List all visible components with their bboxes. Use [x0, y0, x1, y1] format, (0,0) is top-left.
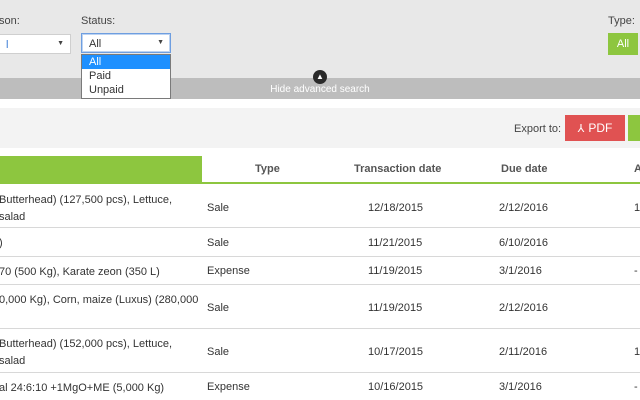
row-type: Sale [207, 302, 230, 314]
column-header-due-date[interactable]: Due date [501, 163, 547, 175]
row-amount: 1 [634, 346, 640, 358]
row-due-date: 3/1/2016 [499, 265, 542, 277]
row-amount: - [634, 381, 638, 393]
status-option-all[interactable]: All [82, 55, 170, 69]
season-label: son: [0, 15, 20, 27]
row-due-date: 2/11/2016 [499, 346, 548, 358]
row-amount: - [634, 265, 638, 277]
chevron-down-icon: ▼ [157, 39, 164, 46]
status-label: Status: [81, 15, 116, 27]
type-label: Type: [608, 15, 635, 27]
type-all-button[interactable]: All [608, 33, 638, 55]
row-type: Sale [207, 346, 230, 358]
column-header-amount[interactable]: A [634, 163, 640, 175]
row-transaction-date: 11/21/2015 [368, 237, 423, 249]
season-select-value: l [6, 39, 9, 51]
row-type: Expense [207, 265, 250, 277]
row-due-date: 2/12/2016 [499, 202, 548, 214]
row-due-date: 3/1/2016 [499, 381, 542, 393]
season-select[interactable]: l ▼ [0, 34, 71, 54]
status-option-paid[interactable]: Paid [82, 69, 170, 83]
row-description: Butterhead) (152,000 pcs), Lettuce, sala… [0, 338, 173, 367]
row-type: Expense [207, 381, 250, 393]
export-pdf-label: PDF [588, 121, 613, 135]
pdf-icon: ⅄ [577, 123, 585, 135]
row-description: 70 (500 Kg), Karate zeon (350 L) [0, 266, 160, 278]
row-transaction-date: 10/17/2015 [368, 346, 424, 358]
row-type: Sale [207, 202, 230, 214]
chevron-down-icon: ▼ [57, 40, 64, 47]
row-transaction-date: 10/16/2015 [368, 381, 424, 393]
row-description: al 24:6:10 +1MgO+ME (5,000 Kg) [0, 382, 165, 394]
row-due-date: 2/12/2016 [499, 302, 548, 314]
row-transaction-date: 12/18/2015 [368, 202, 424, 214]
table-header-description-cell [0, 156, 202, 184]
export-pdf-button[interactable]: ⅄ PDF [565, 115, 625, 141]
column-header-type[interactable]: Type [255, 163, 280, 175]
row-description: ) [0, 235, 199, 252]
status-dropdown-list: All Paid Unpaid [81, 54, 171, 99]
row-amount: 1 [634, 202, 640, 214]
row-due-date: 6/10/2016 [499, 237, 548, 249]
row-transaction-date: 11/19/2015 [368, 302, 423, 314]
status-select[interactable]: All ▼ [81, 33, 171, 53]
status-option-unpaid[interactable]: Unpaid [82, 83, 170, 97]
row-type: Sale [207, 237, 230, 249]
column-header-transaction-date[interactable]: Transaction date [354, 163, 441, 175]
row-description: Butterhead) (127,500 pcs), Lettuce, sala… [0, 194, 173, 223]
arrow-up-icon[interactable]: ▲ [313, 70, 327, 84]
status-select-value: All [89, 38, 102, 50]
row-description: 0,000 Kg), Corn, maize (Luxus) (280,000 [0, 294, 199, 306]
export-excel-button[interactable] [628, 115, 640, 141]
export-label: Export to: [514, 123, 562, 135]
row-transaction-date: 11/19/2015 [368, 265, 423, 277]
